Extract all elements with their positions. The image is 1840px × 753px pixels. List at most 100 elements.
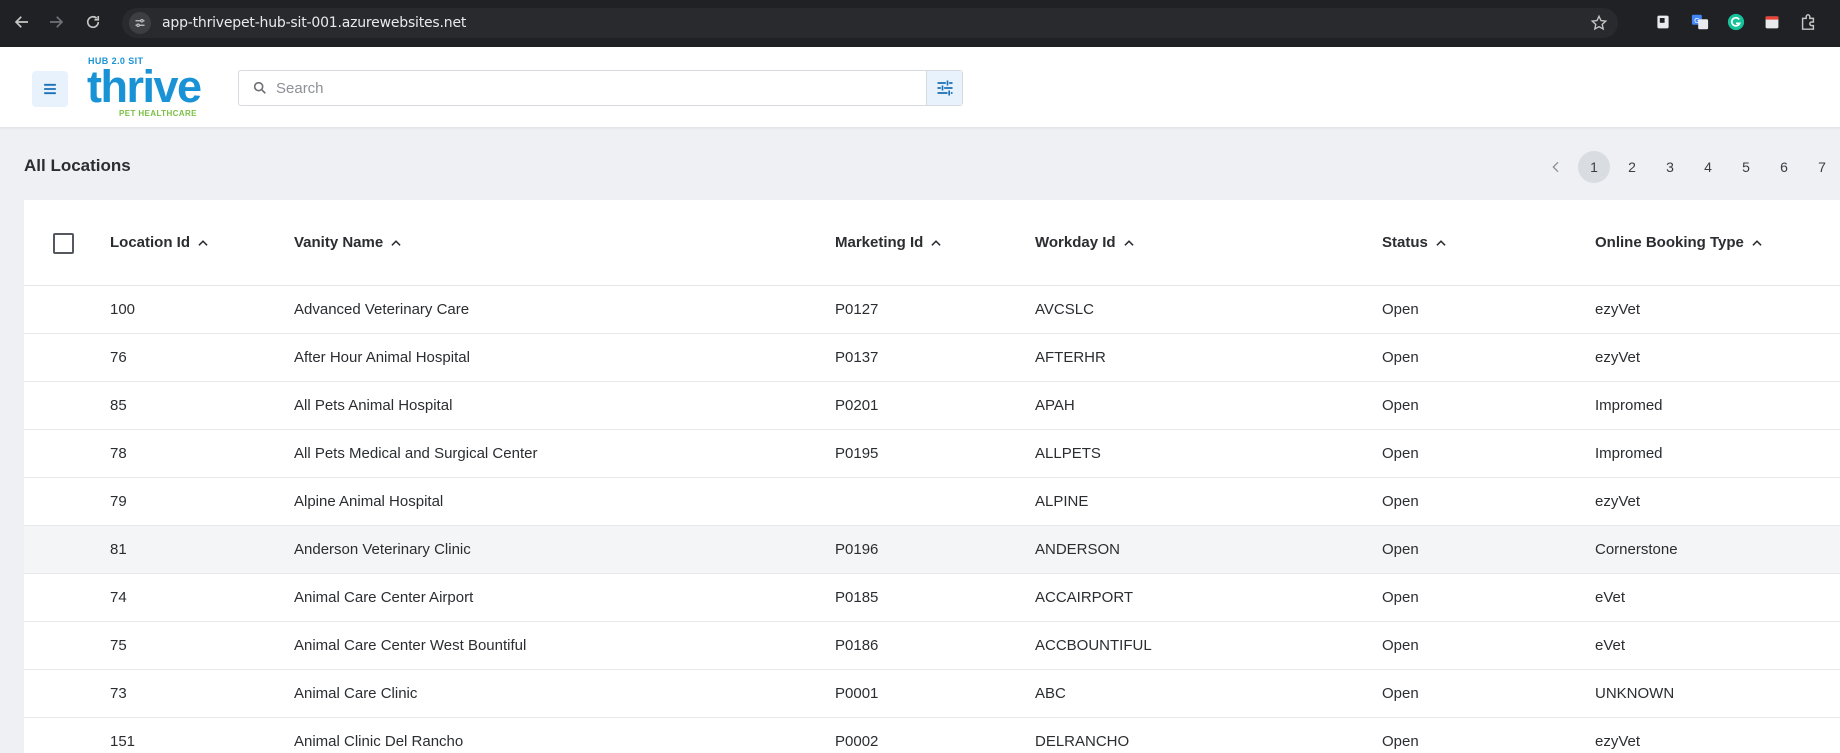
- app-header: HUB 2.0 SIT thrive PET HEALTHCARE: [0, 47, 1840, 127]
- column-header-label: Location Id: [110, 234, 190, 251]
- pagination-page-7[interactable]: 7: [1806, 151, 1838, 183]
- calendar-extension-icon[interactable]: [1762, 12, 1782, 32]
- pagination-page-6[interactable]: 6: [1768, 151, 1800, 183]
- cell-location-id: 85: [110, 397, 127, 414]
- sort-ascending-icon: [391, 239, 401, 246]
- thrive-logo[interactable]: HUB 2.0 SIT thrive PET HEALTHCARE: [87, 56, 202, 118]
- cell-marketing-id: P0195: [835, 445, 879, 462]
- sort-ascending-icon: [1123, 239, 1134, 246]
- cell-online-booking-type: ezyVet: [1595, 301, 1641, 318]
- cell-location-id: 75: [110, 637, 127, 654]
- pagination-page-5[interactable]: 5: [1730, 151, 1762, 183]
- table-row[interactable]: 75 Animal Care Center West Bountiful P01…: [24, 622, 1840, 670]
- page-title: All Locations: [24, 156, 131, 175]
- hamburger-menu-button[interactable]: [32, 71, 68, 107]
- locations-table: Location Id Vanity Name Marketing Id Wor…: [24, 200, 1840, 753]
- cell-online-booking-type: UNKNOWN: [1595, 685, 1675, 702]
- cell-vanity-name: Advanced Veterinary Care: [294, 301, 470, 318]
- cell-location-id: 78: [110, 445, 127, 462]
- svg-text:G: G: [1694, 16, 1700, 25]
- cell-online-booking-type: Cornerstone: [1595, 541, 1678, 558]
- logo-wordmark: thrive: [87, 61, 202, 112]
- grammarly-extension-icon[interactable]: [1726, 12, 1746, 32]
- table-row[interactable]: 85 All Pets Animal Hospital P0201 APAH O…: [24, 382, 1840, 430]
- cell-marketing-id: P0137: [835, 349, 879, 366]
- column-header-workday-id[interactable]: Workday Id: [1035, 234, 1136, 251]
- cell-workday-id: ACCBOUNTIFUL: [1035, 637, 1152, 654]
- column-header-label: Workday Id: [1035, 234, 1116, 251]
- table-row[interactable]: 100 Advanced Veterinary Care P0127 AVCSL…: [24, 286, 1840, 334]
- cell-vanity-name: All Pets Medical and Surgical Center: [294, 445, 538, 462]
- cell-workday-id: ACCAIRPORT: [1035, 589, 1134, 606]
- cell-vanity-name: Alpine Animal Hospital: [294, 493, 444, 510]
- cell-online-booking-type: ezyVet: [1595, 349, 1641, 366]
- search-bar: [238, 70, 963, 106]
- bookmark-extension-icon[interactable]: [1653, 12, 1673, 32]
- table-row[interactable]: 76 After Hour Animal Hospital P0137 AFTE…: [24, 334, 1840, 382]
- column-header-label: Marketing Id: [835, 234, 924, 251]
- cell-workday-id: ALPINE: [1035, 493, 1089, 510]
- reload-icon[interactable]: [80, 9, 106, 35]
- cell-location-id: 74: [110, 589, 127, 606]
- back-icon[interactable]: [9, 9, 35, 35]
- pagination-page-1[interactable]: 1: [1578, 151, 1610, 183]
- column-header-marketing-id[interactable]: Marketing Id: [835, 234, 943, 251]
- cell-vanity-name: Animal Care Center West Bountiful: [294, 637, 527, 654]
- sort-ascending-icon: [1436, 239, 1446, 246]
- sort-ascending-icon: [1752, 239, 1762, 246]
- cell-workday-id: APAH: [1035, 397, 1075, 414]
- cell-online-booking-type: Impromed: [1595, 397, 1663, 414]
- table-row[interactable]: 81 Anderson Veterinary Clinic P0196 ANDE…: [24, 526, 1840, 574]
- tune-sliders-icon: [937, 80, 952, 96]
- table-row[interactable]: 151 Animal Clinic Del Rancho P0002 DELRA…: [24, 718, 1840, 753]
- address-bar[interactable]: app-thrivepet-hub-sit-001.azurewebsites.…: [122, 8, 1618, 38]
- pagination-page-3[interactable]: 3: [1654, 151, 1686, 183]
- browser-toolbar: app-thrivepet-hub-sit-001.azurewebsites.…: [0, 0, 1840, 47]
- extensions-puzzle-icon[interactable]: [1798, 12, 1818, 32]
- forward-icon[interactable]: [43, 9, 69, 35]
- cell-online-booking-type: eVet: [1595, 637, 1626, 654]
- table-header: Location Id Vanity Name Marketing Id Wor…: [24, 200, 1840, 286]
- url-text: app-thrivepet-hub-sit-001.azurewebsites.…: [162, 15, 467, 31]
- select-all-checkbox[interactable]: [53, 233, 74, 254]
- column-header-location-id[interactable]: Location Id: [110, 234, 210, 251]
- pagination-page-2[interactable]: 2: [1616, 151, 1648, 183]
- table-row[interactable]: 74 Animal Care Center Airport P0185 ACCA…: [24, 574, 1840, 622]
- cell-marketing-id: P0201: [835, 397, 879, 414]
- search-input[interactable]: [276, 79, 916, 97]
- pagination-prev-button[interactable]: [1540, 151, 1572, 183]
- cell-online-booking-type: ezyVet: [1595, 493, 1641, 510]
- table-row[interactable]: 73 Animal Care Clinic P0001 ABC Open UNK…: [24, 670, 1840, 718]
- bookmark-star-icon[interactable]: [1590, 14, 1608, 32]
- column-header-online-booking-type[interactable]: Online Booking Type: [1595, 234, 1764, 251]
- cell-marketing-id: P0196: [835, 541, 879, 558]
- cell-status: Open: [1382, 301, 1419, 318]
- translate-extension-icon[interactable]: G: [1690, 12, 1710, 32]
- cell-location-id: 76: [110, 349, 127, 366]
- table-row[interactable]: 79 Alpine Animal Hospital ALPINE Open ez…: [24, 478, 1840, 526]
- filter-button[interactable]: [926, 71, 962, 105]
- cell-marketing-id: P0127: [835, 301, 879, 318]
- cell-workday-id: AVCSLC: [1035, 301, 1094, 318]
- cell-location-id: 100: [110, 301, 136, 318]
- column-header-label: Status: [1382, 234, 1428, 251]
- site-info-icon[interactable]: [129, 12, 151, 34]
- column-header-status[interactable]: Status: [1382, 234, 1448, 251]
- cell-status: Open: [1382, 685, 1419, 702]
- cell-online-booking-type: ezyVet: [1595, 733, 1641, 750]
- cell-status: Open: [1382, 733, 1419, 750]
- pagination-page-4[interactable]: 4: [1692, 151, 1724, 183]
- column-header-vanity-name[interactable]: Vanity Name: [294, 234, 403, 251]
- cell-vanity-name: Animal Care Clinic: [294, 685, 418, 702]
- table-row[interactable]: 78 All Pets Medical and Surgical Center …: [24, 430, 1840, 478]
- column-header-label: Vanity Name: [294, 234, 384, 251]
- cell-workday-id: ALLPETS: [1035, 445, 1101, 462]
- cell-workday-id: ABC: [1035, 685, 1066, 702]
- cell-status: Open: [1382, 637, 1419, 654]
- cell-status: Open: [1382, 349, 1419, 366]
- sort-ascending-icon: [931, 239, 941, 246]
- cell-status: Open: [1382, 541, 1419, 558]
- cell-vanity-name: All Pets Animal Hospital: [294, 397, 453, 414]
- cell-location-id: 79: [110, 493, 127, 510]
- cell-status: Open: [1382, 397, 1419, 414]
